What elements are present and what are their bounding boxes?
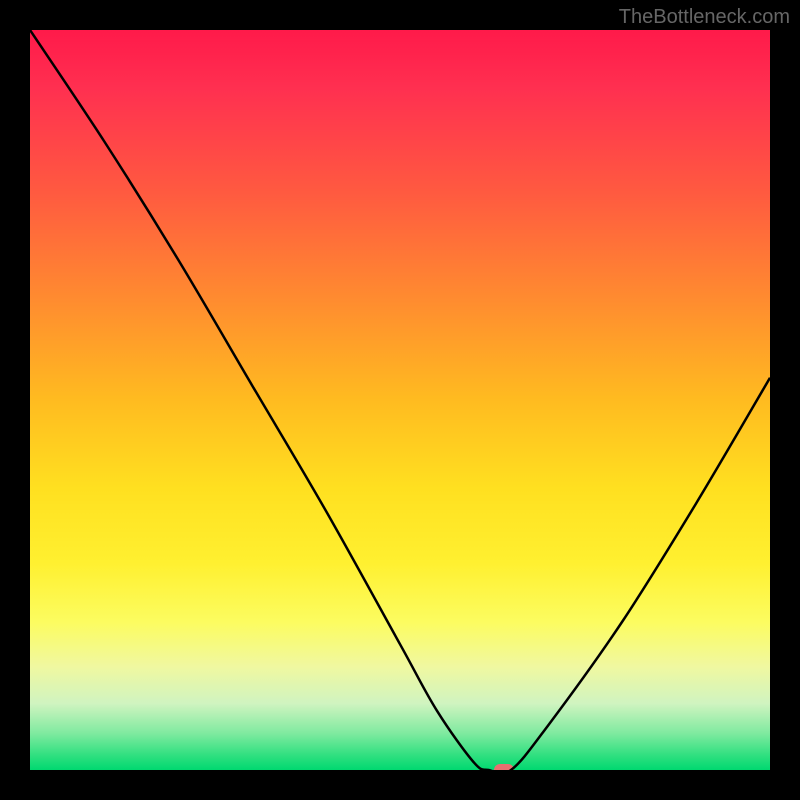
watermark-text: TheBottleneck.com — [619, 6, 790, 29]
chart-plot-area — [30, 30, 770, 770]
bottleneck-curve — [30, 30, 770, 770]
